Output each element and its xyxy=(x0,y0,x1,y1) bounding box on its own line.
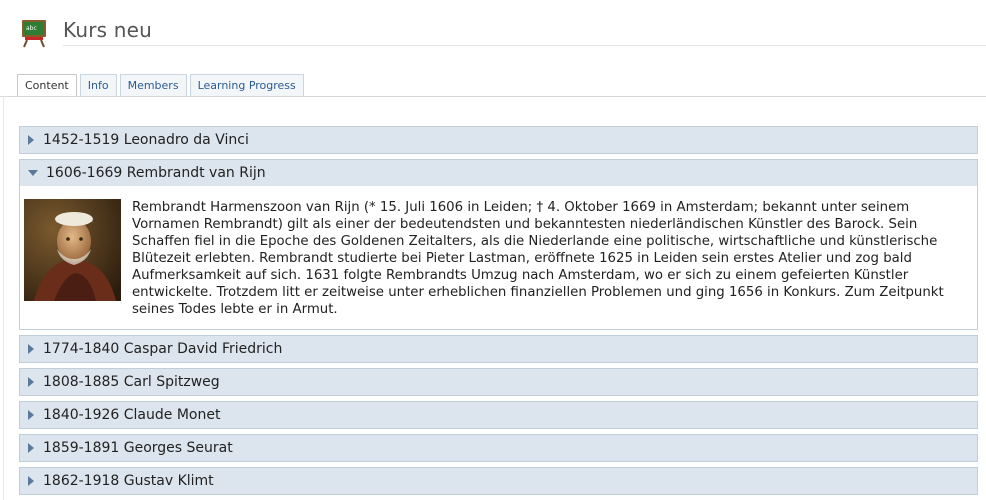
tab-bar: Content Info Members Learning Progress xyxy=(17,74,304,97)
tab-divider xyxy=(0,96,986,97)
triangle-right-icon xyxy=(28,344,34,354)
accordion-header[interactable]: 1606-1669 Rembrandt van Rijn xyxy=(20,160,977,186)
accordion-header[interactable]: 1774-1840 Caspar David Friedrich xyxy=(20,336,977,362)
triangle-right-icon xyxy=(28,476,34,486)
accordion-header[interactable]: 1840-1926 Claude Monet xyxy=(20,402,977,428)
accordion-title: 1840-1926 Claude Monet xyxy=(43,407,221,423)
tab-learning-progress[interactable]: Learning Progress xyxy=(189,74,304,96)
content-border xyxy=(3,96,4,500)
accordion-title: 1774-1840 Caspar David Friedrich xyxy=(43,341,283,357)
page-title: Kurs neu xyxy=(63,18,153,42)
rembrandt-portrait-image xyxy=(24,199,121,301)
accordion-header[interactable]: 1452-1519 Leonadro da Vinci xyxy=(20,127,977,153)
accordion-title: 1606-1669 Rembrandt van Rijn xyxy=(46,165,266,181)
chalkboard-icon: abc xyxy=(22,20,46,48)
accordion-item: 1859-1891 Georges Seurat xyxy=(19,434,978,462)
accordion-item: 1840-1926 Claude Monet xyxy=(19,401,978,429)
accordion-title: 1808-1885 Carl Spitzweg xyxy=(43,374,220,390)
tab-info[interactable]: Info xyxy=(79,74,117,96)
accordion-body: Rembrandt Harmenszoon van Rijn (* 15. Ju… xyxy=(20,186,977,329)
accordion-item: 1452-1519 Leonadro da Vinci xyxy=(19,126,978,154)
accordion-item: 1808-1885 Carl Spitzweg xyxy=(19,368,978,396)
accordion-title: 1859-1891 Georges Seurat xyxy=(43,440,233,456)
triangle-right-icon xyxy=(28,377,34,387)
page-header: abc Kurs neu xyxy=(0,0,986,60)
tab-content[interactable]: Content xyxy=(17,74,77,97)
accordion-title: 1862-1918 Gustav Klimt xyxy=(43,473,214,489)
svg-text:abc: abc xyxy=(26,25,37,32)
accordion-header[interactable]: 1862-1918 Gustav Klimt xyxy=(20,468,977,494)
accordion-title: 1452-1519 Leonadro da Vinci xyxy=(43,132,249,148)
triangle-right-icon xyxy=(28,443,34,453)
triangle-down-icon xyxy=(28,170,38,176)
accordion-text: Rembrandt Harmenszoon van Rijn (* 15. Ju… xyxy=(132,200,944,317)
accordion-item: 1774-1840 Caspar David Friedrich xyxy=(19,335,978,363)
triangle-right-icon xyxy=(28,410,34,420)
tab-members[interactable]: Members xyxy=(119,74,187,96)
accordion: 1452-1519 Leonadro da Vinci 1606-1669 Re… xyxy=(19,126,978,500)
accordion-item: 1606-1669 Rembrandt van Rijn Rembrandt H… xyxy=(19,159,978,330)
accordion-item: 1862-1918 Gustav Klimt xyxy=(19,467,978,495)
accordion-header[interactable]: 1859-1891 Georges Seurat xyxy=(20,435,977,461)
accordion-header[interactable]: 1808-1885 Carl Spitzweg xyxy=(20,369,977,395)
title-divider xyxy=(63,45,986,46)
triangle-right-icon xyxy=(28,135,34,145)
